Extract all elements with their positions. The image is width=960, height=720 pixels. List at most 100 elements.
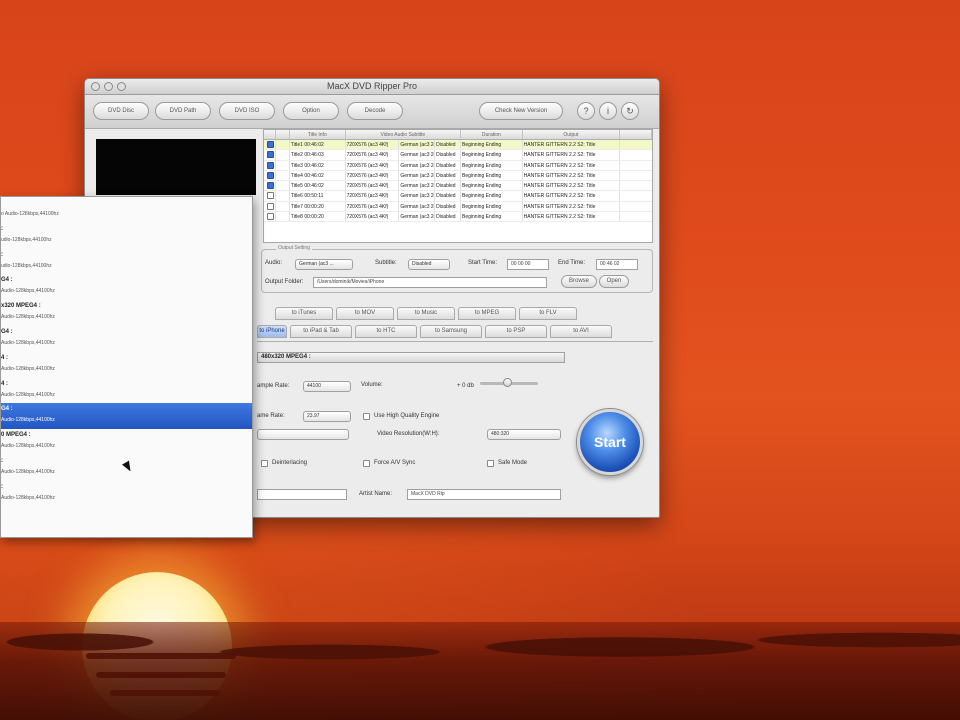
dropdown-item-name: 4 : [1, 380, 9, 387]
dropdown-item-name: 0 MPEG4 : [1, 432, 31, 439]
tab-to-itunes[interactable]: to iTunes [275, 307, 333, 320]
dvd-path-button[interactable]: DVD Path [155, 102, 211, 120]
dropdown-item[interactable]: : Audio-128kbps,44100hz [1, 481, 252, 507]
table-row[interactable]: Title2 00:46:03 720X576 (ac3 4Kf) German (… [264, 150, 652, 161]
title-checkbox[interactable] [267, 161, 274, 169]
video-resolution-select[interactable]: 480:320 [487, 429, 561, 440]
title-checkbox[interactable] [267, 151, 274, 159]
dropdown-item[interactable]: : udio-128kbps,44100hz [1, 249, 252, 275]
column-header [620, 130, 652, 139]
column-header [264, 130, 276, 139]
option-button[interactable]: Option [283, 102, 339, 120]
dropdown-item[interactable]: G4 : Audio-128kbps,44100hz [1, 326, 252, 352]
dropdown-item-name: : [1, 225, 3, 232]
video-resolution-label: Video Resolution(W:H): [377, 431, 440, 437]
title-checkbox[interactable] [267, 213, 274, 221]
dropdown-item[interactable]: : udio-128kbps,44100hz [1, 223, 252, 249]
tab-to-music[interactable]: to Music [397, 307, 455, 320]
dropdown-item[interactable]: G4 : Audio-128kbps,44100hz [1, 403, 252, 430]
dropdown-item[interactable]: x320 MPEG4 : Audio-128kbps,44100hz [1, 300, 252, 326]
title-checkbox[interactable] [267, 182, 274, 190]
column-header-duration[interactable]: Duration [461, 130, 523, 139]
output-folder-field[interactable]: /Users/dominik/Movies/iPhone [313, 277, 547, 288]
open-button[interactable]: Open [599, 275, 629, 288]
extra-select[interactable] [257, 429, 349, 440]
decode-button[interactable]: Decode [347, 102, 403, 120]
table-row[interactable]: Title8 00:00:20 720X576 (ac3 4Kf) German (… [264, 212, 652, 223]
title-checkbox[interactable] [267, 171, 274, 179]
dropdown-item[interactable]: 4 : Audio-128kbps,44100hz [1, 352, 252, 378]
tab-to-htc[interactable]: to HTC [355, 325, 417, 338]
subtitle-cell: Disabled [435, 170, 461, 181]
tab-to-mov[interactable]: to MOV [336, 307, 394, 320]
table-row[interactable]: Title1 00:46:02 720X576 (ac3 4Kf) German (… [264, 140, 652, 151]
audio-select[interactable]: German (ac3 ... [295, 259, 353, 270]
help-icon[interactable]: ? [577, 102, 595, 120]
titles-table: Title Info Video Audio Subtitle Duration… [263, 129, 653, 243]
force-av-sync-checkbox[interactable] [363, 460, 370, 467]
dropdown-item[interactable]: 0 MPEG4 : Audio-128kbps,44100hz [1, 429, 252, 455]
profile-select[interactable]: 480x320 MPEG4 : [257, 352, 565, 363]
video-preview [96, 139, 256, 195]
dropdown-item-desc: Audio-128kbps,44100hz [1, 391, 55, 398]
hq-engine-checkbox[interactable] [363, 413, 370, 420]
dropdown-item[interactable]: G4 : Audio-128kbps,44100hz [1, 274, 252, 300]
title-name-field[interactable] [257, 489, 347, 500]
title-checkbox[interactable] [267, 202, 274, 210]
title-checkbox[interactable] [267, 141, 274, 148]
dvd-iso-button[interactable]: DVD ISO [219, 102, 275, 120]
title-checkbox[interactable] [267, 192, 274, 200]
table-row[interactable]: Title5 00:46:02 720X576 (ac3 4Kf) German (… [264, 181, 652, 192]
tab-to-avi[interactable]: to AVI [550, 325, 612, 338]
title-cell: Title2 00:46:03 [290, 150, 346, 160]
start-time-label: Start Time: [468, 260, 498, 266]
tab-to-ipad-tab[interactable]: to iPad & Tab [290, 325, 352, 338]
end-time-field[interactable]: 00 46 02 [596, 259, 638, 270]
column-header-output[interactable]: Output [523, 130, 621, 139]
dropdown-item-name: x320 MPEG4 : [1, 303, 41, 310]
output-setting-legend: Output Setting [276, 245, 312, 251]
audio-cell: German (ac3 2ch) [400, 160, 436, 170]
refresh-icon[interactable]: ↻ [621, 102, 639, 120]
deinterlacing-checkbox[interactable] [261, 460, 268, 467]
dvd-disc-button[interactable]: DVD Disc [93, 102, 149, 120]
output-cell: HANTER GITTERN 2.2 S2: Title [523, 181, 621, 191]
audio-cell: German (ac3 2ch) [400, 181, 436, 191]
tab-to-mpeg[interactable]: to MPEG [458, 307, 516, 320]
tab-to-psp[interactable]: to PSP [485, 325, 547, 338]
dropdown-item[interactable]: 4 : Audio-128kbps,44100hz [1, 378, 252, 404]
start-button[interactable]: Start [577, 409, 643, 475]
start-time-field[interactable]: 00 00 00 [507, 259, 549, 270]
title-cell: Title6 00:50:11 [290, 191, 346, 201]
artist-name-field[interactable]: MacX DVD Rip [407, 489, 561, 500]
codec-cell: 720X576 (ac3 4Kf) [346, 191, 400, 201]
title-cell: Title4 00:46:02 [290, 170, 346, 181]
safe-mode-checkbox[interactable] [487, 460, 494, 467]
info-icon[interactable]: i [599, 102, 617, 120]
column-header-title-info[interactable]: Title Info [290, 130, 346, 139]
table-row[interactable]: Title4 00:46:02 720X576 (ac3 4Kf) German (… [264, 170, 652, 182]
force-av-sync-label: Force A/V Sync [374, 460, 416, 466]
dropdown-item[interactable]: o Audio-128kbps,44100hz [1, 197, 252, 223]
table-row[interactable]: Title6 00:50:11 720X576 (ac3 4Kf) German (… [264, 191, 652, 202]
row-checkbox [264, 201, 276, 212]
duration-cell: Beginning Ending [461, 201, 523, 212]
tab-to-flv[interactable]: to FLV [519, 307, 577, 320]
tab-to-iphone[interactable]: to iPhone [257, 325, 287, 338]
subtitle-select[interactable]: Disabled [408, 259, 450, 270]
column-header-video-audio-subtitle[interactable]: Video Audio Subtitle [346, 130, 461, 139]
volume-slider-handle[interactable] [503, 378, 512, 387]
tab-to-samsung[interactable]: to Samsung [420, 325, 482, 338]
check-new-version-button[interactable]: Check New Version [479, 102, 563, 120]
browse-button[interactable]: Browse [561, 275, 597, 288]
row-checkbox [264, 181, 276, 191]
dropdown-item-desc: Audio-128kbps,44100hz [1, 417, 55, 424]
table-row[interactable]: Title3 00:46:02 720X576 (ac3 4Kf) German (… [264, 160, 652, 171]
codec-cell: 720X576 (ac3 4Kf) [346, 201, 400, 212]
table-row[interactable]: Title7 00:00:20 720X576 (ac3 4Kf) German (… [264, 201, 652, 213]
row-checkbox [264, 212, 276, 222]
sample-rate-select[interactable]: 44100 [303, 381, 351, 392]
subtitle-cell: Disabled [435, 181, 461, 191]
row-checkbox [264, 191, 276, 201]
frame-rate-select[interactable]: 23.97 [303, 411, 351, 422]
